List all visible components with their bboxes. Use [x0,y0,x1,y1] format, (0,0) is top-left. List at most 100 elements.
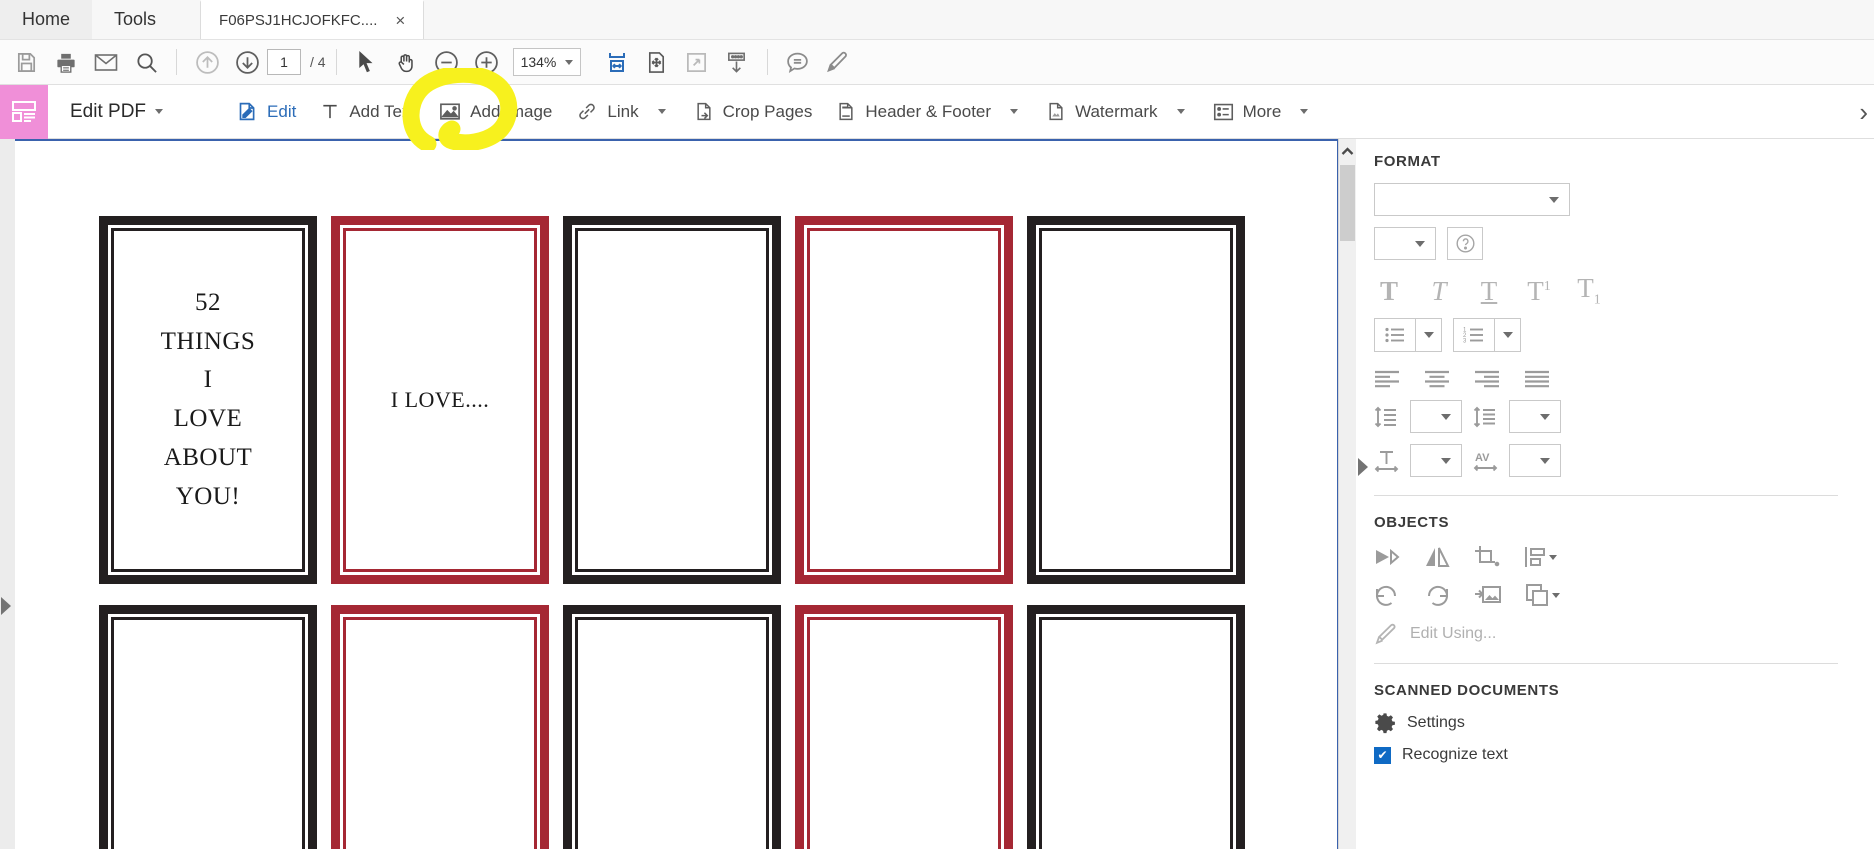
flip-vertical-icon[interactable] [1424,545,1450,569]
numbered-list-dropdown[interactable] [1495,318,1521,353]
zoom-out-icon[interactable] [427,43,467,81]
document-viewport[interactable]: 52 THINGS I LOVE ABOUT YOU! I LOVE.... [15,139,1338,849]
paragraph-spacing-select[interactable] [1509,400,1561,434]
ribbon-item-label: Header & Footer [865,101,992,121]
card-item[interactable] [92,598,324,849]
tab-home[interactable]: Home [0,0,93,39]
comment-icon[interactable] [778,43,818,81]
ribbon-item-more[interactable]: More [1203,96,1323,128]
close-icon[interactable]: × [391,10,409,31]
ribbon-item-edit[interactable]: Edit [227,95,306,128]
page-number-input[interactable]: 1 [267,49,301,75]
align-center-icon[interactable] [1424,370,1450,389]
horizontal-scale-select[interactable] [1410,444,1462,478]
card-item[interactable] [324,598,556,849]
character-spacing-select[interactable] [1509,444,1561,478]
ribbon-item-add-text[interactable]: Add Text [310,95,425,128]
font-size-select[interactable] [1374,227,1436,260]
bullet-list-icon[interactable] [1374,318,1416,353]
chevron-down-icon[interactable] [1167,109,1189,114]
card-item[interactable]: 52 THINGS I LOVE ABOUT YOU! [92,209,324,591]
rotate-counterclockwise-icon[interactable] [1374,583,1400,607]
card-item[interactable] [556,598,788,849]
recognize-text-checkbox[interactable]: ✔ [1374,746,1391,764]
save-icon[interactable] [6,43,46,81]
vertical-scrollbar[interactable] [1338,139,1356,849]
ribbon-item-label: Watermark [1075,101,1158,121]
scroll-up-icon[interactable] [1339,139,1356,163]
bold-icon[interactable]: T [1374,277,1404,305]
edit-pdf-title[interactable]: Edit PDF [70,101,164,123]
superscript-icon[interactable]: T1 [1524,277,1554,305]
add-text-icon [320,101,340,122]
recognize-text-row[interactable]: ✔ Recognize text [1374,746,1856,764]
card-item[interactable] [1020,598,1252,849]
flip-horizontal-icon[interactable] [1374,545,1400,569]
card-border-inner [343,617,537,849]
card-border-outer [1027,216,1245,584]
italic-icon[interactable]: T [1424,277,1454,305]
fullscreen-icon[interactable] [677,43,717,81]
card-item[interactable] [788,598,1020,849]
replace-image-icon[interactable] [1474,583,1501,607]
ribbon-item-add-image[interactable]: Add Image [429,96,562,128]
ribbon-item-header-footer[interactable]: Header & Footer [826,95,1032,128]
scanned-documents-title: SCANNED DOCUMENTS [1374,682,1560,700]
download-form-icon[interactable] [717,43,757,81]
cursor-arrow-icon[interactable] [347,43,387,81]
bullet-list-dropdown[interactable] [1416,318,1442,353]
ribbon-item-link[interactable]: Link [566,95,679,128]
link-icon [576,101,598,122]
collapse-chevron-icon[interactable]: › [1859,99,1868,125]
align-justify-icon[interactable] [1524,370,1550,389]
tab-document[interactable]: F06PSJ1HCJOFKFC.... × [200,0,425,39]
ribbon-item-watermark[interactable]: Watermark [1036,95,1199,128]
fit-width-icon[interactable] [597,43,637,81]
chevron-down-icon[interactable] [1290,109,1312,114]
print-icon[interactable] [46,43,86,81]
hand-tool-icon[interactable] [387,43,427,81]
crop-image-icon[interactable] [1474,545,1500,569]
arrow-up-circle-icon[interactable] [187,43,227,81]
numbered-list-icon[interactable]: 1 2 3 [1453,318,1495,353]
zoom-in-icon[interactable] [467,43,507,81]
align-objects-icon[interactable] [1524,545,1557,569]
chevron-down-icon [1502,332,1513,339]
scrollbar-thumb[interactable] [1340,165,1355,241]
search-icon[interactable] [126,43,166,81]
help-question-icon[interactable] [1447,227,1483,260]
subscript-icon[interactable]: T1 [1574,274,1604,307]
highlighter-icon[interactable] [818,43,858,81]
email-icon[interactable] [86,43,126,81]
edit-using-button[interactable]: Edit Using... [1374,623,1856,645]
expand-left-panel-icon[interactable] [1,597,11,615]
chevron-down-icon[interactable] [1000,109,1022,114]
chevron-down-icon[interactable] [648,109,670,114]
line-spacing-select[interactable] [1410,400,1462,434]
expand-right-panel-icon[interactable] [1358,458,1368,476]
page-total-label: / 4 [310,54,326,70]
more-list-icon [1213,102,1234,122]
zoom-level-select[interactable]: 134% [512,48,581,76]
align-right-icon[interactable] [1474,370,1500,389]
card-item[interactable] [1020,209,1252,591]
arrow-down-circle-icon[interactable] [227,43,267,81]
page-number-value: 1 [280,54,288,70]
tab-tools[interactable]: Tools [92,0,178,39]
card-item[interactable] [556,209,788,591]
ribbon-item-crop-pages[interactable]: Crop Pages [684,95,823,128]
align-left-icon[interactable] [1374,370,1400,389]
underline-icon[interactable]: T [1474,277,1504,305]
font-family-select[interactable] [1374,183,1570,216]
edit-pdf-icon[interactable] [0,84,48,139]
card-border-inner: I LOVE.... [343,228,537,572]
fit-page-icon[interactable] [637,43,677,81]
header-footer-icon [836,101,856,122]
settings-label: Settings [1407,714,1465,732]
card-item[interactable] [788,209,1020,591]
settings-button[interactable]: Settings [1374,712,1856,734]
arrange-objects-icon[interactable] [1525,583,1560,607]
card-item[interactable]: I LOVE.... [324,209,556,591]
objects-row-2 [1374,583,1856,607]
rotate-clockwise-icon[interactable] [1424,583,1450,607]
